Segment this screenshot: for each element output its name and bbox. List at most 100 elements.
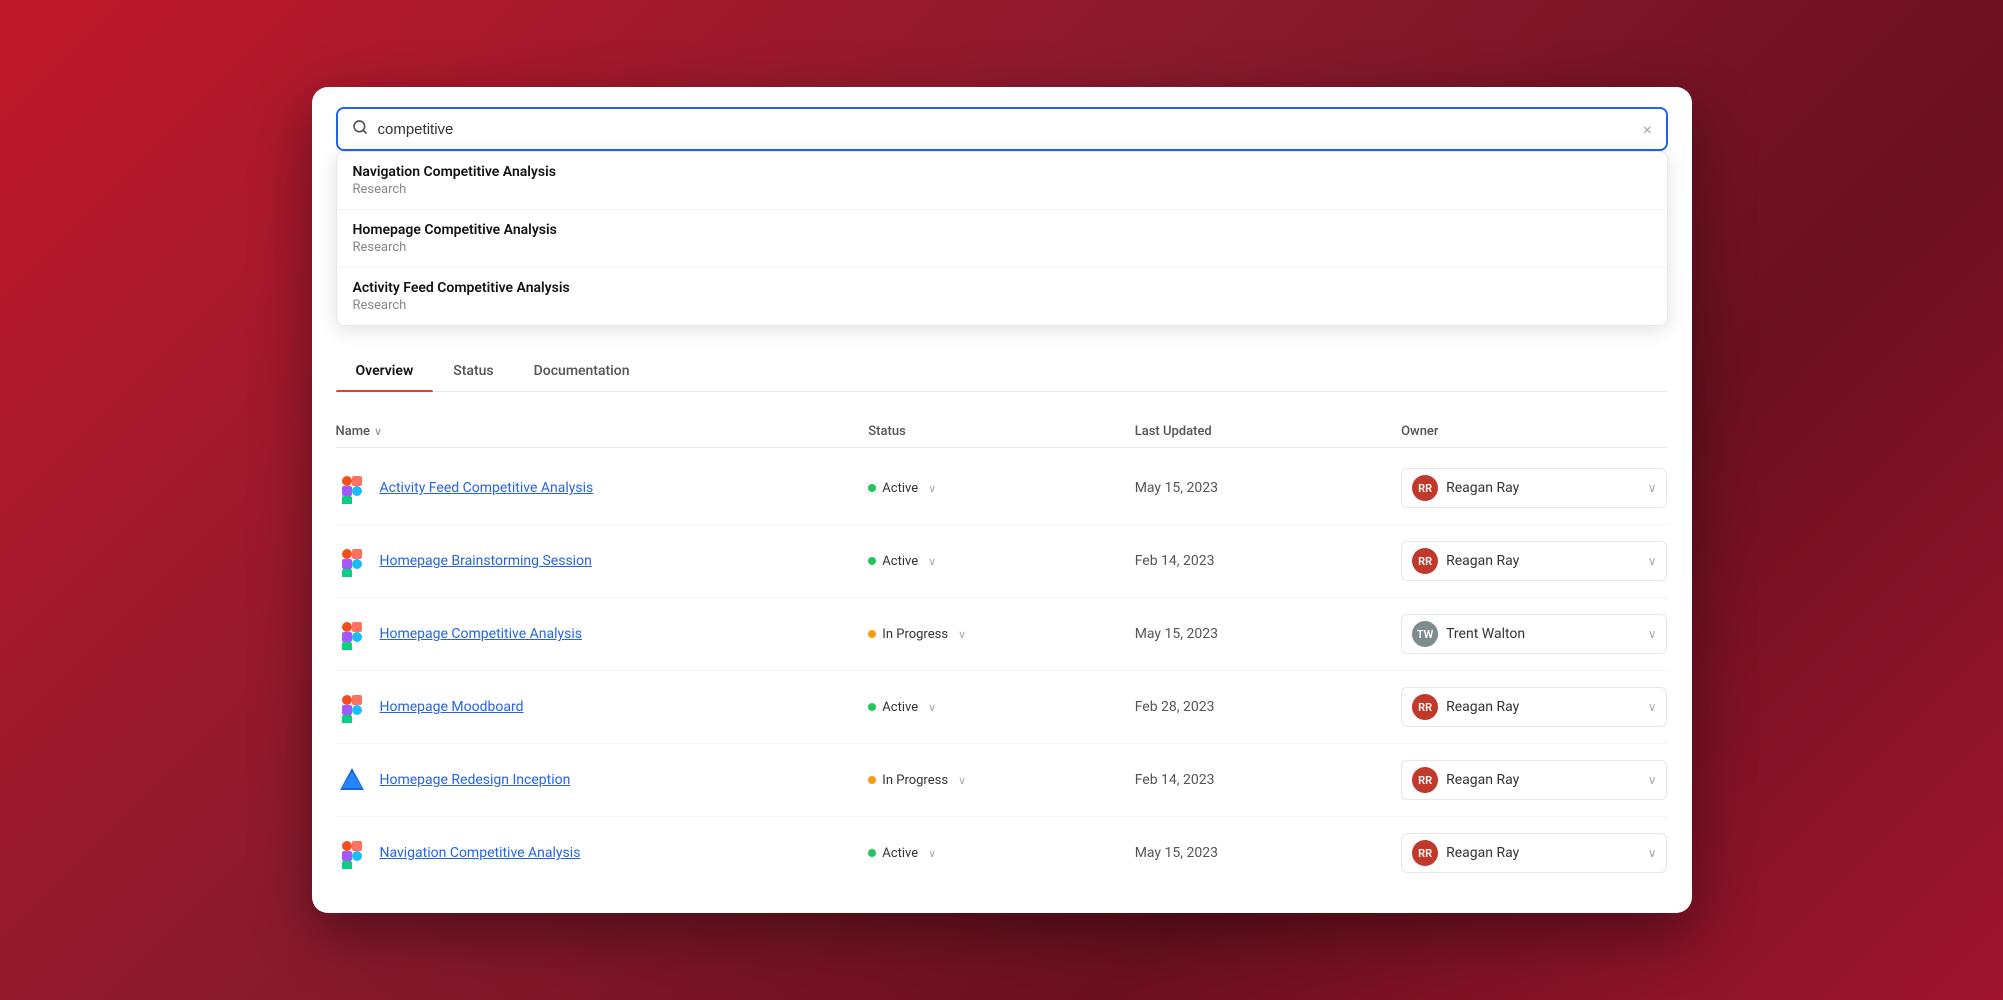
owner-cell-3: TW Trent Walton ∨ xyxy=(1401,614,1667,654)
status-badge-4[interactable]: Active ∨ xyxy=(868,700,936,715)
tab-status[interactable]: Status xyxy=(433,351,513,391)
owner-wrapper-1[interactable]: RR Reagan Ray ∨ xyxy=(1401,468,1667,508)
owner-name-5: Reagan Ray xyxy=(1446,772,1640,788)
row-3-name[interactable]: Homepage Competitive Analysis xyxy=(380,626,583,642)
status-label-3: In Progress xyxy=(882,627,948,642)
owner-chevron-3: ∨ xyxy=(1648,627,1657,641)
status-chevron-1: ∨ xyxy=(928,482,936,495)
figma-icon-6 xyxy=(336,837,368,869)
row-6-name[interactable]: Navigation Competitive Analysis xyxy=(380,845,581,861)
status-chevron-5: ∨ xyxy=(958,774,966,787)
status-dot-5 xyxy=(868,776,876,784)
status-badge-1[interactable]: Active ∨ xyxy=(868,481,936,496)
owner-cell-2: RR Reagan Ray ∨ xyxy=(1401,541,1667,581)
owner-wrapper-6[interactable]: RR Reagan Ray ∨ xyxy=(1401,833,1667,873)
col-date-header: Last Updated xyxy=(1135,424,1401,439)
owner-name-2: Reagan Ray xyxy=(1446,553,1640,569)
table-row: Homepage Competitive Analysis In Progres… xyxy=(336,598,1668,671)
row-1-name[interactable]: Activity Feed Competitive Analysis xyxy=(380,480,594,496)
col-status-header: Status xyxy=(868,424,1134,439)
atlas-icon-5 xyxy=(336,764,368,796)
owner-chevron-4: ∨ xyxy=(1648,700,1657,714)
status-cell-2: Active ∨ xyxy=(868,554,1134,569)
dropdown-item-1[interactable]: Navigation Competitive Analysis Research xyxy=(337,152,1667,210)
tab-overview[interactable]: Overview xyxy=(336,351,434,391)
status-chevron-4: ∨ xyxy=(928,701,936,714)
dropdown-item-3[interactable]: Activity Feed Competitive Analysis Resea… xyxy=(337,268,1667,325)
status-dot-1 xyxy=(868,484,876,492)
status-dot-2 xyxy=(868,557,876,565)
owner-chevron-1: ∨ xyxy=(1648,481,1657,495)
owner-cell-4: RR Reagan Ray ∨ xyxy=(1401,687,1667,727)
status-label-4: Active xyxy=(882,700,918,715)
dropdown-item-2-title: Homepage Competitive Analysis xyxy=(353,222,1651,238)
owner-wrapper-5[interactable]: RR Reagan Ray ∨ xyxy=(1401,760,1667,800)
status-dot-6 xyxy=(868,849,876,857)
status-badge-6[interactable]: Active ∨ xyxy=(868,846,936,861)
status-badge-2[interactable]: Active ∨ xyxy=(868,554,936,569)
row-5-name[interactable]: Homepage Redesign Inception xyxy=(380,772,571,788)
owner-wrapper-4[interactable]: RR Reagan Ray ∨ xyxy=(1401,687,1667,727)
status-label-5: In Progress xyxy=(882,773,948,788)
status-cell-4: Active ∨ xyxy=(868,700,1134,715)
avatar-4: RR xyxy=(1412,694,1438,720)
owner-chevron-5: ∨ xyxy=(1648,773,1657,787)
owner-cell-5: RR Reagan Ray ∨ xyxy=(1401,760,1667,800)
date-cell-6: May 15, 2023 xyxy=(1135,845,1401,861)
search-dropdown: Navigation Competitive Analysis Research… xyxy=(336,151,1668,326)
owner-name-6: Reagan Ray xyxy=(1446,845,1640,861)
table: Name ∨ Status Last Updated Owner xyxy=(336,416,1668,889)
dropdown-item-3-sub: Research xyxy=(353,298,1651,313)
dropdown-item-2[interactable]: Homepage Competitive Analysis Research xyxy=(337,210,1667,268)
row-4-name[interactable]: Homepage Moodboard xyxy=(380,699,524,715)
date-cell-1: May 15, 2023 xyxy=(1135,480,1401,496)
owner-name-3: Trent Walton xyxy=(1446,626,1640,642)
status-chevron-2: ∨ xyxy=(928,555,936,568)
main-content: Overview Status Documentation Name ∨ Sta… xyxy=(312,351,1692,913)
status-cell-1: Active ∨ xyxy=(868,481,1134,496)
table-row: Navigation Competitive Analysis Active ∨… xyxy=(336,817,1668,889)
table-row: Homepage Brainstorming Session Active ∨ … xyxy=(336,525,1668,598)
date-cell-2: Feb 14, 2023 xyxy=(1135,553,1401,569)
status-badge-5[interactable]: In Progress ∨ xyxy=(868,773,966,788)
owner-wrapper-2[interactable]: RR Reagan Ray ∨ xyxy=(1401,541,1667,581)
dropdown-item-3-title: Activity Feed Competitive Analysis xyxy=(353,280,1651,296)
table-row: Homepage Redesign Inception In Progress … xyxy=(336,744,1668,817)
status-cell-6: Active ∨ xyxy=(868,846,1134,861)
date-cell-5: Feb 14, 2023 xyxy=(1135,772,1401,788)
avatar-1: RR xyxy=(1412,475,1438,501)
name-cell-5: Homepage Redesign Inception xyxy=(336,764,869,796)
owner-wrapper-3[interactable]: TW Trent Walton ∨ xyxy=(1401,614,1667,654)
figma-icon-1 xyxy=(336,472,368,504)
main-window: × Navigation Competitive Analysis Resear… xyxy=(312,87,1692,913)
status-badge-3[interactable]: In Progress ∨ xyxy=(868,627,966,642)
table-row: Homepage Moodboard Active ∨ Feb 28, 2023… xyxy=(336,671,1668,744)
status-cell-5: In Progress ∨ xyxy=(868,773,1134,788)
dropdown-item-1-sub: Research xyxy=(353,182,1651,197)
avatar-5: RR xyxy=(1412,767,1438,793)
owner-cell-1: RR Reagan Ray ∨ xyxy=(1401,468,1667,508)
col-name-header: Name ∨ xyxy=(336,424,869,439)
avatar-6: RR xyxy=(1412,840,1438,866)
name-cell-6: Navigation Competitive Analysis xyxy=(336,837,869,869)
status-label-6: Active xyxy=(882,846,918,861)
tabs-bar: Overview Status Documentation xyxy=(336,351,1668,392)
search-input[interactable] xyxy=(378,121,1633,138)
tab-documentation[interactable]: Documentation xyxy=(514,351,650,391)
search-bar[interactable]: × xyxy=(336,107,1668,151)
table-row: Activity Feed Competitive Analysis Activ… xyxy=(336,452,1668,525)
status-dot-4 xyxy=(868,703,876,711)
search-icon xyxy=(352,119,368,139)
row-2-name[interactable]: Homepage Brainstorming Session xyxy=(380,553,592,569)
search-container: × Navigation Competitive Analysis Resear… xyxy=(312,87,1692,151)
figma-icon-2 xyxy=(336,545,368,577)
col-owner-header: Owner xyxy=(1401,424,1667,439)
sort-icon: ∨ xyxy=(374,425,382,438)
owner-chevron-2: ∨ xyxy=(1648,554,1657,568)
status-dot-3 xyxy=(868,630,876,638)
clear-icon[interactable]: × xyxy=(1643,120,1652,139)
status-label-1: Active xyxy=(882,481,918,496)
date-cell-3: May 15, 2023 xyxy=(1135,626,1401,642)
owner-cell-6: RR Reagan Ray ∨ xyxy=(1401,833,1667,873)
name-cell-3: Homepage Competitive Analysis xyxy=(336,618,869,650)
